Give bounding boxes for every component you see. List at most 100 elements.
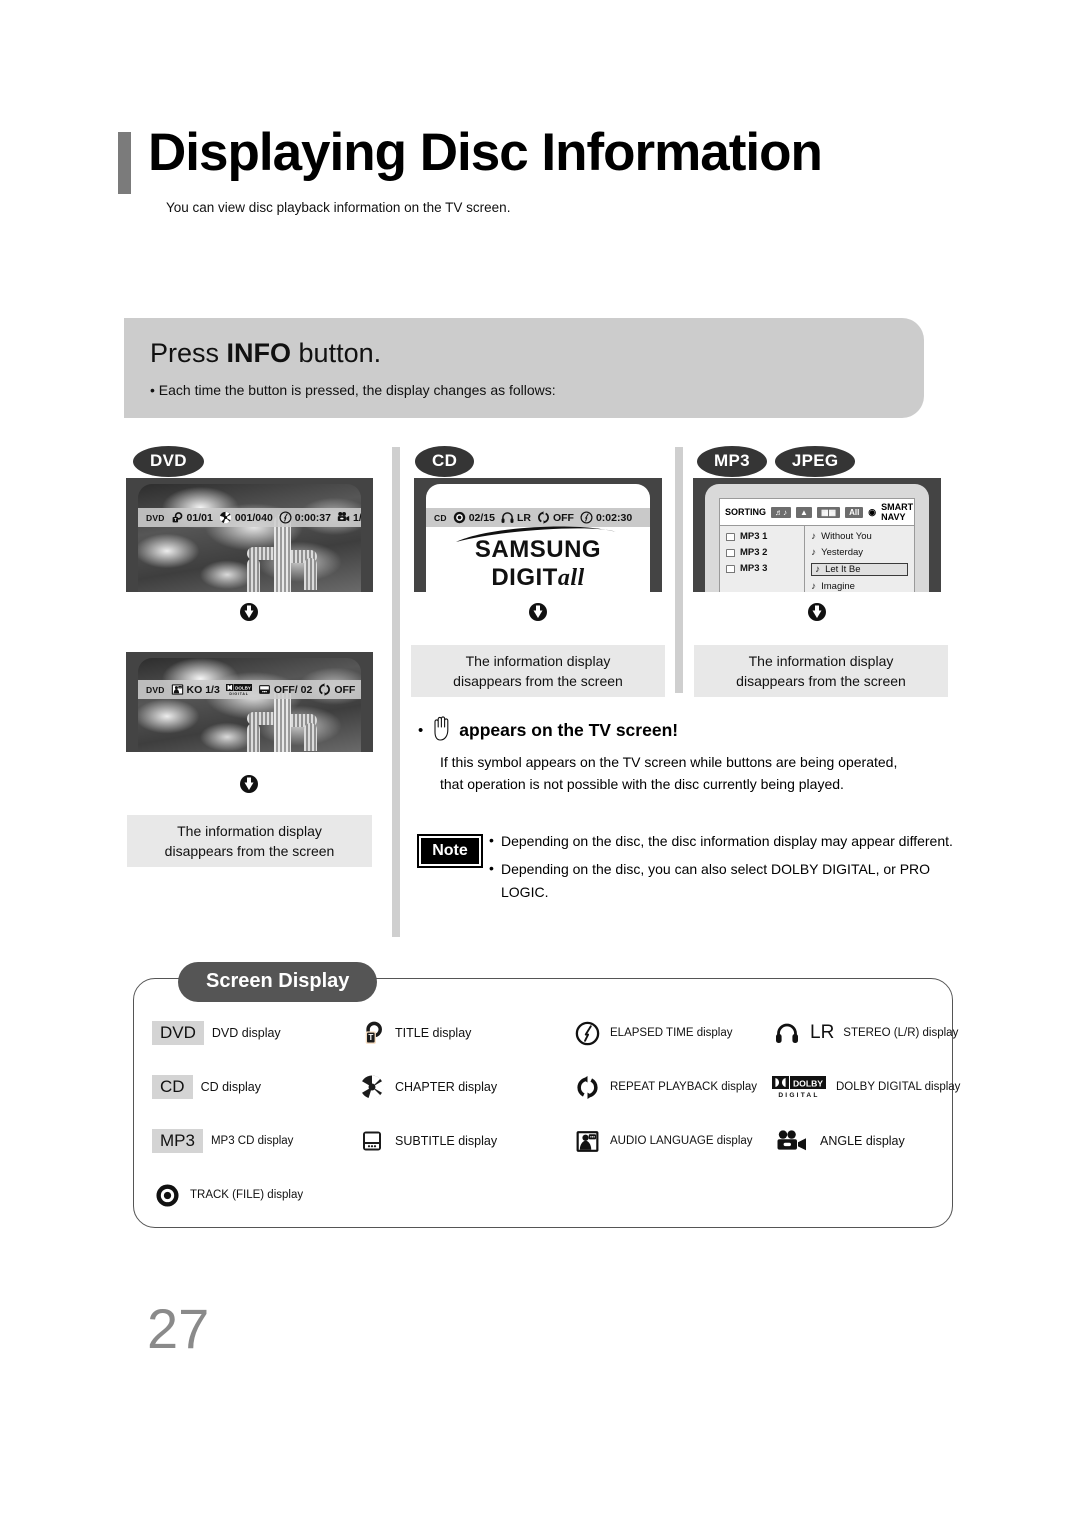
- track-file-icon: [152, 1183, 182, 1208]
- legend-angle-display: ANGLE display: [772, 1126, 982, 1156]
- hand-bullet: •: [418, 722, 424, 739]
- osd-angle-segment: 1/1: [337, 511, 361, 524]
- osd-disc-label: DVD: [146, 512, 165, 523]
- repeat-playback-icon: [318, 683, 331, 696]
- subtitle-icon: [258, 683, 271, 696]
- dvd-chip: DVD: [152, 1020, 204, 1046]
- legend-label: TRACK (FILE) display: [190, 1189, 304, 1201]
- legend-chapter-display: CHAPTER display: [357, 1072, 572, 1102]
- list-item[interactable]: MP3 3: [726, 563, 798, 574]
- osd-audio-value: KO 1/3: [186, 683, 220, 696]
- disc-pill-cd: CD: [415, 446, 475, 477]
- osd-chapter-segment: 001/040: [219, 511, 273, 524]
- svg-text:DOLBY: DOLBY: [235, 685, 251, 690]
- osd-disc-label: DVD: [146, 684, 165, 695]
- mp3-folder-list: MP3 1 MP3 2 MP3 3: [720, 526, 806, 592]
- dolby-digital-icon: DOLBY DIGITAL: [225, 683, 252, 696]
- legend-label: SUBTITLE display: [395, 1134, 498, 1148]
- press-info-heading: Press INFO button.: [150, 338, 381, 369]
- arrow-down-icon: [808, 601, 826, 623]
- sorting-label: SORTING: [725, 507, 767, 517]
- osd-angle-value: 1/1: [353, 511, 361, 524]
- arrow-down-icon: [240, 773, 258, 795]
- list-item[interactable]: MP3 1: [726, 531, 798, 542]
- dvd-pill-row: DVD: [133, 446, 204, 477]
- dvd-screen-2-inner: DVD KO 1/3 DOLBY DIGITAL OFF/ 02 OFF: [138, 658, 361, 752]
- all-sort-icon[interactable]: All: [845, 506, 864, 518]
- page-subtitle: You can view disc playback information o…: [166, 200, 511, 215]
- note-icon: ♪: [811, 531, 817, 542]
- press-info-bullet: • Each time the button is pressed, the d…: [150, 382, 556, 398]
- photo-sort-icon[interactable]: ▲: [796, 506, 812, 518]
- dvd-osd-bar-2: DVD KO 1/3 DOLBY DIGITAL OFF/ 02 OFF: [138, 680, 361, 699]
- legend-dolby-display: DOLBY DIGITAL DOLBY DIGITAL display: [772, 1072, 982, 1102]
- legend-title-display: T TITLE display: [357, 1018, 572, 1048]
- stereo-lr-label: LR: [810, 1022, 835, 1043]
- hand-body-line-1: If this symbol appears on the TV screen …: [440, 754, 898, 770]
- svg-text:DOLBY: DOLBY: [793, 1078, 823, 1088]
- cd-screen: CD 02/15 LR OFF 0:02:30 SAMSUNG DIGITall: [414, 478, 662, 592]
- chapter-icon: [357, 1074, 387, 1100]
- legend-stereo-display: LR STEREO (L/R) display: [772, 1018, 982, 1048]
- hand-symbol-body: If this symbol appears on the TV screen …: [440, 752, 960, 795]
- press-info-heading-bold: INFO: [226, 338, 292, 368]
- note-icon: ♪: [811, 581, 817, 592]
- disc-pill-mp3: MP3: [697, 446, 767, 477]
- svg-text:T: T: [174, 517, 177, 522]
- osd-title-segment: T 01/01: [171, 511, 213, 524]
- disc-pill-dvd: DVD: [133, 446, 204, 477]
- mp3-screen-inner: SORTING ♬♪ ▲ ▦▦ All ◉ SMART NAVY MP3 1 M…: [705, 484, 929, 592]
- legend-label: AUDIO LANGUAGE display: [610, 1135, 753, 1147]
- subtitle-icon: [357, 1128, 387, 1154]
- list-item[interactable]: ♪ Imagine: [811, 581, 908, 592]
- music-sort-icon[interactable]: ♬♪: [771, 506, 792, 518]
- mp3-screen: SORTING ♬♪ ▲ ▦▦ All ◉ SMART NAVY MP3 1 M…: [693, 478, 941, 592]
- arrow-down-icon: [240, 601, 258, 623]
- list-item-selected[interactable]: ♪ Let It Be: [811, 563, 908, 576]
- osd-time-segment: 0:00:37: [279, 511, 331, 524]
- screen-display-tab: Screen Display: [178, 962, 378, 1002]
- legend-label: CHAPTER display: [395, 1080, 498, 1094]
- angle-icon: [772, 1128, 812, 1154]
- folder-icon: [726, 532, 735, 541]
- legend-dvd-display: DVD DVD display: [152, 1018, 357, 1048]
- chapter-icon: [219, 511, 232, 524]
- osd-title-value: 01/01: [186, 511, 213, 524]
- mp3-chip: MP3: [152, 1128, 203, 1154]
- legend-mp3-display: MP3 MP3 CD display: [152, 1126, 357, 1156]
- dvd-result-line-2: disappears from the screen: [164, 843, 335, 859]
- cd-pill-row: CD: [415, 446, 475, 477]
- video-sort-icon[interactable]: ▦▦: [816, 506, 841, 518]
- legend-cd-display: CD CD display: [152, 1072, 357, 1102]
- title-accent-bar: [118, 132, 131, 194]
- list-item[interactable]: ♪ Yesterday: [811, 547, 908, 558]
- list-item[interactable]: ♪ Without You: [811, 531, 908, 542]
- dvd-result-box: The information display disappears from …: [127, 815, 372, 867]
- press-info-panel: Press INFO button. • Each time the butto…: [124, 318, 924, 418]
- hand-symbol-heading: appears on the TV screen!: [459, 720, 679, 740]
- angle-icon: [337, 511, 350, 524]
- legend-label: CD display: [200, 1080, 261, 1094]
- title-icon: T: [171, 511, 184, 524]
- mp3-file-browser: SORTING ♬♪ ▲ ▦▦ All ◉ SMART NAVY MP3 1 M…: [719, 498, 915, 592]
- cd-screen-inner: CD 02/15 LR OFF 0:02:30 SAMSUNG DIGITall: [426, 484, 650, 592]
- legend-label: STEREO (L/R) display: [843, 1027, 959, 1039]
- osd-subtitle-segment: OFF/ 02: [258, 683, 313, 696]
- note-icon: ♪: [811, 547, 817, 558]
- mp3-result-line-2: disappears from the screen: [736, 673, 906, 689]
- page-header: Displaying Disc Information: [118, 126, 823, 194]
- press-info-heading-pre: Press: [150, 338, 227, 368]
- list-item[interactable]: MP3 2: [726, 547, 798, 558]
- legend-elapsed-time-display: ELAPSED TIME display: [572, 1018, 772, 1048]
- osd-chapter-value: 001/040: [234, 511, 273, 524]
- cd-result-box: The information display disappears from …: [411, 645, 665, 697]
- hand-symbol-heading-row: • appears on the TV screen!: [418, 715, 678, 746]
- repeat-playback-icon: [572, 1075, 602, 1100]
- note-badge: Note: [417, 834, 483, 868]
- elapsed-time-icon: [279, 511, 292, 524]
- mp3-result-line-1: The information display: [748, 652, 894, 669]
- hand-icon: [431, 715, 453, 746]
- legend-label: REPEAT PLAYBACK display: [610, 1081, 758, 1093]
- osd-subtitle-value: OFF/ 02: [273, 683, 313, 696]
- folder-icon: [726, 564, 735, 573]
